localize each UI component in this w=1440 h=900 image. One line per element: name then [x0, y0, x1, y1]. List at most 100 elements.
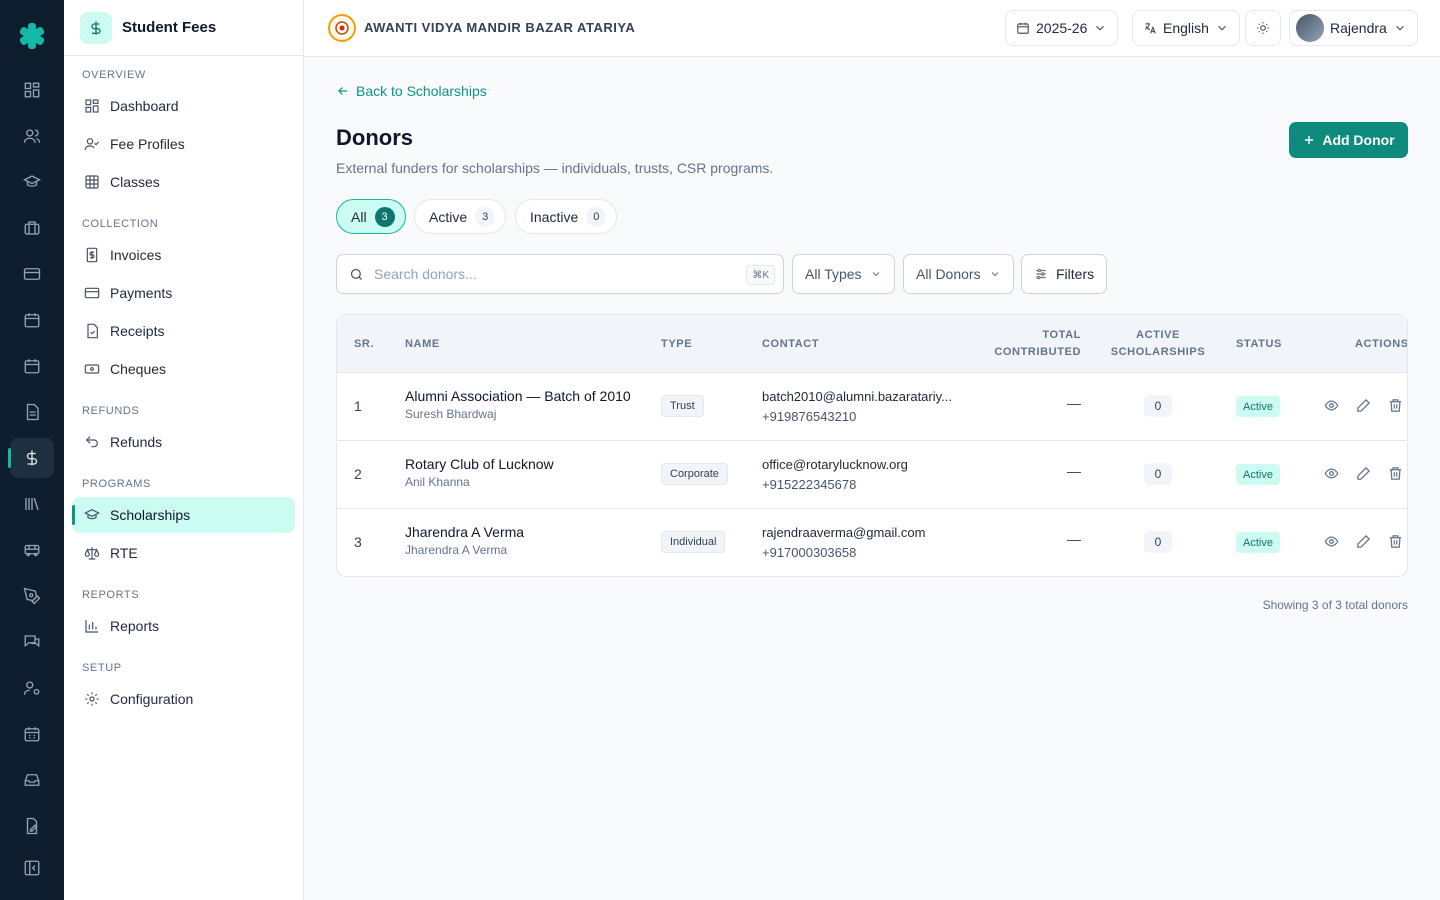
app-logo-icon[interactable] — [16, 20, 48, 52]
search-icon — [350, 268, 362, 280]
tab-count: 3 — [475, 206, 496, 227]
briefcase-icon[interactable] — [10, 208, 54, 248]
edit-icon[interactable] — [1356, 466, 1371, 481]
view-icon[interactable] — [1324, 466, 1339, 481]
sidebar-item-payments[interactable]: Payments — [72, 275, 295, 311]
user-settings-icon[interactable] — [10, 668, 54, 708]
document-icon[interactable] — [10, 392, 54, 432]
tab-count: 0 — [586, 206, 607, 227]
top-bar: AWANTI VIDYA MANDIR BAZAR ATARIYA 2025-2… — [304, 0, 1440, 57]
section-refunds: REFUNDS — [82, 405, 140, 417]
dollar-icon[interactable] — [8, 438, 54, 478]
section-overview: OVERVIEW — [82, 69, 146, 81]
file-edit-icon[interactable] — [10, 806, 54, 846]
total-contributed: — — [1067, 395, 1081, 411]
trash-icon[interactable] — [1388, 466, 1403, 481]
search-input[interactable] — [374, 266, 734, 282]
type-filter-dropdown[interactable]: All Types — [792, 254, 895, 294]
search-box: ⌘K — [336, 254, 784, 294]
col-active-line1: ACTIVE — [1136, 329, 1180, 341]
sidebar-item-label: Receipts — [110, 323, 165, 339]
calendar-icon[interactable] — [10, 346, 54, 386]
view-icon[interactable] — [1324, 534, 1339, 549]
collapse-icon[interactable] — [10, 848, 54, 888]
avatar — [1296, 14, 1324, 42]
sidebar-item-refunds[interactable]: Refunds — [72, 424, 295, 460]
table-row[interactable]: 1 Alumni Association — Batch of 2010 Sur… — [337, 373, 1407, 441]
tab-all[interactable]: All 3 — [336, 199, 406, 234]
year-value: 2025-26 — [1036, 20, 1088, 36]
calendar-icon[interactable] — [10, 300, 54, 340]
users-icon[interactable] — [10, 116, 54, 156]
col-total: TOTAL CONTRIBUTED — [977, 327, 1081, 361]
edit-icon[interactable] — [1356, 398, 1371, 413]
sidebar-item-label: Invoices — [110, 247, 162, 263]
donor-email: batch2010@alumni.bazaratariy... — [762, 389, 953, 404]
card-icon[interactable] — [10, 254, 54, 294]
tab-label: All — [351, 208, 367, 225]
row-contact: batch2010@alumni.bazaratariy... +9198765… — [762, 387, 952, 427]
donor-contact-person: Anil Khanna — [405, 475, 470, 489]
bus-icon[interactable] — [10, 530, 54, 570]
card-icon — [84, 287, 100, 299]
sidebar-item-configuration[interactable]: Configuration — [72, 681, 295, 717]
tab-inactive[interactable]: Inactive 0 — [515, 199, 618, 234]
graduation-cap-icon — [84, 508, 100, 520]
col-contact: CONTACT — [762, 338, 820, 350]
table-row[interactable]: 3 Jharendra A Verma Jharendra A Verma In… — [337, 509, 1407, 576]
calendar-grid-icon[interactable] — [10, 714, 54, 754]
sidebar-item-rte[interactable]: RTE — [72, 535, 295, 571]
active-scholarships-count: 0 — [1144, 531, 1172, 553]
filters-button[interactable]: Filters — [1021, 254, 1108, 294]
sidebar-item-label: Fee Profiles — [110, 136, 185, 152]
sidebar-item-dashboard[interactable]: Dashboard — [72, 88, 295, 124]
sidebar-item-receipts[interactable]: Receipts — [72, 313, 295, 349]
page-title: Donors — [336, 125, 413, 150]
dashboard-icon[interactable] — [10, 70, 54, 110]
school-name: AWANTI VIDYA MANDIR BAZAR ATARIYA — [364, 20, 636, 35]
undo-icon — [85, 436, 98, 448]
row-name: Alumni Association — Batch of 2010 Sures… — [405, 388, 631, 421]
sidebar-item-label: RTE — [110, 545, 138, 561]
messages-icon[interactable] — [10, 622, 54, 662]
table-row[interactable]: 2 Rotary Club of Lucknow Anil Khanna Cor… — [337, 441, 1407, 509]
tab-active[interactable]: Active 3 — [414, 199, 507, 234]
donor-filter-dropdown[interactable]: All Donors — [903, 254, 1014, 294]
theme-toggle-button[interactable] — [1245, 10, 1281, 46]
active-scholarships-count: 0 — [1144, 463, 1172, 485]
graduation-cap-icon[interactable] — [10, 162, 54, 202]
sidebar-item-reports[interactable]: Reports — [72, 608, 295, 644]
donor-name: Jharendra A Verma — [405, 524, 525, 540]
sidebar-item-invoices[interactable]: Invoices — [72, 237, 295, 273]
col-type: TYPE — [661, 338, 693, 350]
col-name: NAME — [405, 338, 440, 350]
add-donor-button[interactable]: Add Donor — [1289, 122, 1408, 158]
sidebar-item-cheques[interactable]: Cheques — [72, 351, 295, 387]
language-selector[interactable]: English — [1132, 10, 1240, 46]
col-total-line1: TOTAL — [1042, 329, 1081, 341]
donor-email: rajendraaverma@gmail.com — [762, 525, 926, 540]
view-icon[interactable] — [1324, 398, 1339, 413]
inbox-icon[interactable] — [10, 760, 54, 800]
type-badge: Trust — [661, 395, 704, 417]
user-menu[interactable]: Rajendra — [1289, 10, 1418, 46]
sidebar-item-label: Configuration — [110, 691, 194, 707]
type-badge: Corporate — [661, 463, 728, 485]
edit-icon[interactable] — [1356, 534, 1371, 549]
col-total-line2: CONTRIBUTED — [994, 346, 1081, 358]
trash-icon[interactable] — [1388, 398, 1403, 413]
col-status: STATUS — [1236, 338, 1282, 350]
sidebar-item-scholarships[interactable]: Scholarships — [72, 497, 295, 533]
sidebar-item-classes[interactable]: Classes — [72, 164, 295, 200]
trash-icon[interactable] — [1388, 534, 1403, 549]
back-link[interactable]: Back to Scholarships — [336, 83, 487, 99]
section-collection: COLLECTION — [82, 218, 159, 230]
year-selector[interactable]: 2025-26 — [1005, 10, 1119, 46]
pen-tool-icon[interactable] — [10, 576, 54, 616]
donor-filter-value: All Donors — [916, 266, 981, 282]
library-icon[interactable] — [10, 484, 54, 524]
sidebar-header: Student Fees — [64, 0, 303, 56]
back-link-label: Back to Scholarships — [356, 83, 487, 99]
sidebar-item-fee-profiles[interactable]: Fee Profiles — [72, 126, 295, 162]
sidebar-item-label: Classes — [110, 174, 160, 190]
